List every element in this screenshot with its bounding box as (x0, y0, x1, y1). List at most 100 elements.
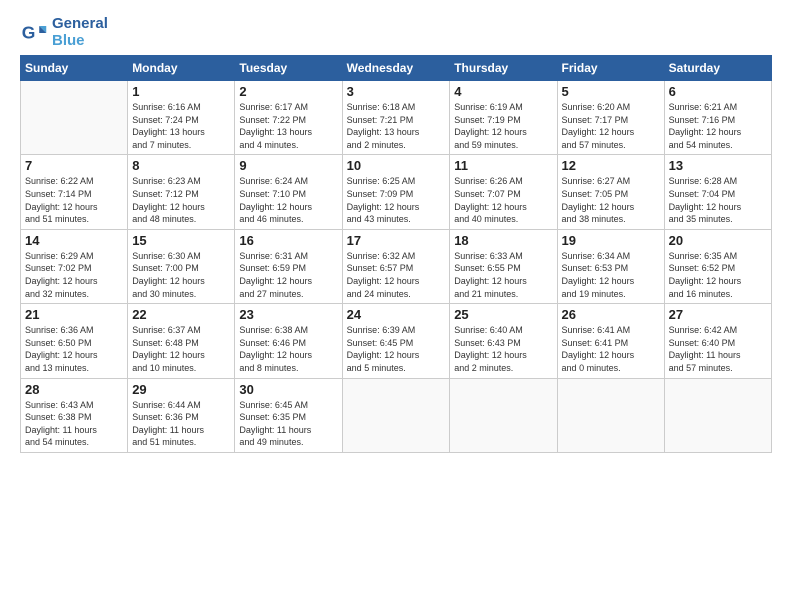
day-info: Sunrise: 6:17 AM Sunset: 7:22 PM Dayligh… (239, 101, 337, 151)
day-info: Sunrise: 6:45 AM Sunset: 6:35 PM Dayligh… (239, 399, 337, 449)
day-cell: 7 Sunrise: 6:22 AM Sunset: 7:14 PM Daylig… (21, 155, 128, 229)
day-info: Sunrise: 6:32 AM Sunset: 6:57 PM Dayligh… (347, 250, 446, 300)
week-row-4: 21Sunrise: 6:36 AM Sunset: 6:50 PM Dayli… (21, 304, 772, 378)
day-number: 8 (132, 158, 230, 173)
day-info: Sunrise: 6:21 AM Sunset: 7:16 PM Dayligh… (669, 101, 767, 151)
day-cell: 19Sunrise: 6:34 AM Sunset: 6:53 PM Dayli… (557, 229, 664, 303)
day-cell: 4 Sunrise: 6:19 AM Sunset: 7:19 PM Daylig… (450, 81, 557, 155)
day-cell (21, 81, 128, 155)
day-info: Sunrise: 6:37 AM Sunset: 6:48 PM Dayligh… (132, 324, 230, 374)
day-cell: 11 Sunrise: 6:26 AM Sunset: 7:07 PM Dayli… (450, 155, 557, 229)
day-number: 5 (562, 84, 660, 99)
calendar: SundayMondayTuesdayWednesdayThursdayFrid… (20, 55, 772, 453)
day-info: Sunrise: 6:19 AM Sunset: 7:19 PM Dayligh… (454, 101, 552, 151)
header: G General Blue (20, 16, 772, 49)
day-cell: 9 Sunrise: 6:24 AM Sunset: 7:10 PM Daylig… (235, 155, 342, 229)
day-number: 14 (25, 233, 123, 248)
day-cell: 28 Sunrise: 6:43 AM Sunset: 6:38 PM Dayli… (21, 378, 128, 452)
day-cell: 16Sunrise: 6:31 AM Sunset: 6:59 PM Dayli… (235, 229, 342, 303)
day-info: Sunrise: 6:25 AM Sunset: 7:09 PM Dayligh… (347, 175, 446, 225)
week-row-3: 14Sunrise: 6:29 AM Sunset: 7:02 PM Dayli… (21, 229, 772, 303)
day-number: 27 (669, 307, 767, 322)
day-number: 24 (347, 307, 446, 322)
day-cell: 17 Sunrise: 6:32 AM Sunset: 6:57 PM Dayli… (342, 229, 450, 303)
day-info: Sunrise: 6:24 AM Sunset: 7:10 PM Dayligh… (239, 175, 337, 225)
logo: G General Blue (20, 16, 108, 49)
day-number: 9 (239, 158, 337, 173)
day-number: 4 (454, 84, 552, 99)
day-number: 2 (239, 84, 337, 99)
day-cell: 22 Sunrise: 6:37 AM Sunset: 6:48 PM Dayli… (128, 304, 235, 378)
day-number: 28 (25, 382, 123, 397)
day-number: 3 (347, 84, 446, 99)
day-cell (450, 378, 557, 452)
day-number: 17 (347, 233, 446, 248)
day-cell: 1 Sunrise: 6:16 AM Sunset: 7:24 PM Daylig… (128, 81, 235, 155)
day-info: Sunrise: 6:27 AM Sunset: 7:05 PM Dayligh… (562, 175, 660, 225)
day-number: 7 (25, 158, 123, 173)
day-cell: 6 Sunrise: 6:21 AM Sunset: 7:16 PM Daylig… (664, 81, 771, 155)
day-cell: 21Sunrise: 6:36 AM Sunset: 6:50 PM Dayli… (21, 304, 128, 378)
day-info: Sunrise: 6:35 AM Sunset: 6:52 PM Dayligh… (669, 250, 767, 300)
day-number: 18 (454, 233, 552, 248)
day-number: 25 (454, 307, 552, 322)
day-info: Sunrise: 6:28 AM Sunset: 7:04 PM Dayligh… (669, 175, 767, 225)
day-number: 20 (669, 233, 767, 248)
day-cell: 14Sunrise: 6:29 AM Sunset: 7:02 PM Dayli… (21, 229, 128, 303)
day-cell: 26Sunrise: 6:41 AM Sunset: 6:41 PM Dayli… (557, 304, 664, 378)
day-info: Sunrise: 6:18 AM Sunset: 7:21 PM Dayligh… (347, 101, 446, 151)
day-cell: 25 Sunrise: 6:40 AM Sunset: 6:43 PM Dayli… (450, 304, 557, 378)
day-cell: 30 Sunrise: 6:45 AM Sunset: 6:35 PM Dayli… (235, 378, 342, 452)
day-number: 22 (132, 307, 230, 322)
logo-text: General Blue (52, 16, 108, 49)
day-cell: 20 Sunrise: 6:35 AM Sunset: 6:52 PM Dayli… (664, 229, 771, 303)
day-info: Sunrise: 6:23 AM Sunset: 7:12 PM Dayligh… (132, 175, 230, 225)
day-number: 13 (669, 158, 767, 173)
weekday-header-friday: Friday (557, 56, 664, 81)
week-row-5: 28 Sunrise: 6:43 AM Sunset: 6:38 PM Dayli… (21, 378, 772, 452)
day-info: Sunrise: 6:30 AM Sunset: 7:00 PM Dayligh… (132, 250, 230, 300)
day-info: Sunrise: 6:43 AM Sunset: 6:38 PM Dayligh… (25, 399, 123, 449)
day-info: Sunrise: 6:26 AM Sunset: 7:07 PM Dayligh… (454, 175, 552, 225)
day-info: Sunrise: 6:42 AM Sunset: 6:40 PM Dayligh… (669, 324, 767, 374)
day-info: Sunrise: 6:41 AM Sunset: 6:41 PM Dayligh… (562, 324, 660, 374)
weekday-header-saturday: Saturday (664, 56, 771, 81)
day-info: Sunrise: 6:36 AM Sunset: 6:50 PM Dayligh… (25, 324, 123, 374)
day-cell (342, 378, 450, 452)
day-info: Sunrise: 6:39 AM Sunset: 6:45 PM Dayligh… (347, 324, 446, 374)
day-cell: 23Sunrise: 6:38 AM Sunset: 6:46 PM Dayli… (235, 304, 342, 378)
day-info: Sunrise: 6:16 AM Sunset: 7:24 PM Dayligh… (132, 101, 230, 151)
day-number: 30 (239, 382, 337, 397)
day-cell: 8 Sunrise: 6:23 AM Sunset: 7:12 PM Daylig… (128, 155, 235, 229)
day-cell: 2 Sunrise: 6:17 AM Sunset: 7:22 PM Daylig… (235, 81, 342, 155)
day-info: Sunrise: 6:33 AM Sunset: 6:55 PM Dayligh… (454, 250, 552, 300)
day-number: 15 (132, 233, 230, 248)
svg-text:G: G (22, 22, 36, 42)
day-cell (557, 378, 664, 452)
logo-icon: G (20, 19, 48, 47)
day-cell (664, 378, 771, 452)
day-number: 12 (562, 158, 660, 173)
day-cell: 29 Sunrise: 6:44 AM Sunset: 6:36 PM Dayli… (128, 378, 235, 452)
week-row-2: 7 Sunrise: 6:22 AM Sunset: 7:14 PM Daylig… (21, 155, 772, 229)
day-cell: 3 Sunrise: 6:18 AM Sunset: 7:21 PM Daylig… (342, 81, 450, 155)
day-info: Sunrise: 6:20 AM Sunset: 7:17 PM Dayligh… (562, 101, 660, 151)
weekday-header-row: SundayMondayTuesdayWednesdayThursdayFrid… (21, 56, 772, 81)
weekday-header-tuesday: Tuesday (235, 56, 342, 81)
day-number: 1 (132, 84, 230, 99)
day-info: Sunrise: 6:22 AM Sunset: 7:14 PM Dayligh… (25, 175, 123, 225)
day-number: 6 (669, 84, 767, 99)
day-cell: 15 Sunrise: 6:30 AM Sunset: 7:00 PM Dayli… (128, 229, 235, 303)
day-cell: 5 Sunrise: 6:20 AM Sunset: 7:17 PM Daylig… (557, 81, 664, 155)
day-cell: 13 Sunrise: 6:28 AM Sunset: 7:04 PM Dayli… (664, 155, 771, 229)
day-number: 19 (562, 233, 660, 248)
day-cell: 27 Sunrise: 6:42 AM Sunset: 6:40 PM Dayli… (664, 304, 771, 378)
day-number: 23 (239, 307, 337, 322)
day-number: 10 (347, 158, 446, 173)
day-number: 29 (132, 382, 230, 397)
day-info: Sunrise: 6:40 AM Sunset: 6:43 PM Dayligh… (454, 324, 552, 374)
day-cell: 24 Sunrise: 6:39 AM Sunset: 6:45 PM Dayli… (342, 304, 450, 378)
day-cell: 12 Sunrise: 6:27 AM Sunset: 7:05 PM Dayli… (557, 155, 664, 229)
day-number: 11 (454, 158, 552, 173)
day-info: Sunrise: 6:44 AM Sunset: 6:36 PM Dayligh… (132, 399, 230, 449)
